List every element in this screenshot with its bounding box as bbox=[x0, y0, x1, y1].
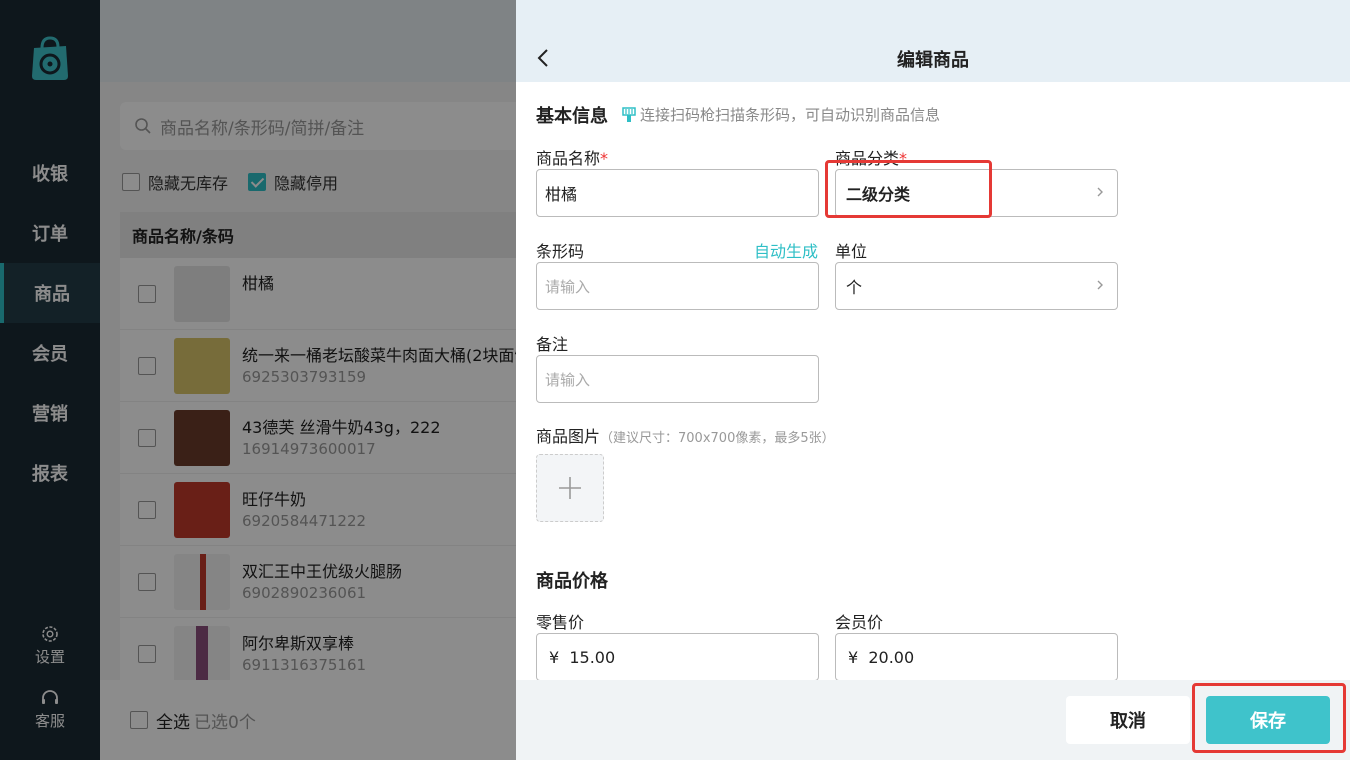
modal-overlay[interactable] bbox=[0, 0, 516, 760]
edit-product-drawer: 编辑商品 基本信息 连接扫码枪扫描条形码，可自动识别商品信息 商品名称* 柑橘 … bbox=[516, 0, 1350, 760]
basic-info-title: 基本信息 bbox=[536, 106, 608, 127]
image-label: 商品图片（建议尺寸：700x700像素，最多5张） bbox=[536, 427, 835, 446]
unit-label: 单位 bbox=[835, 242, 868, 261]
barcode-scanner-icon bbox=[622, 106, 636, 122]
retail-price-label: 零售价 bbox=[536, 613, 585, 632]
barcode-label: 条形码 bbox=[536, 242, 585, 261]
plus-icon bbox=[559, 477, 581, 499]
member-price-label: 会员价 bbox=[835, 613, 884, 632]
product-name-label: 商品名称* bbox=[536, 149, 609, 168]
member-price-value: ¥ 20.00 bbox=[848, 647, 915, 667]
drawer-title: 编辑商品 bbox=[897, 50, 969, 71]
retail-price-field[interactable]: ¥ 15.00 bbox=[536, 633, 819, 681]
barcode-field[interactable]: 请输入 bbox=[536, 262, 819, 310]
barcode-placeholder: 请输入 bbox=[545, 277, 591, 296]
chevron-right-icon bbox=[1097, 187, 1103, 197]
product-name-field[interactable]: 柑橘 bbox=[536, 169, 819, 217]
remark-field[interactable]: 请输入 bbox=[536, 355, 819, 403]
chevron-right-icon bbox=[1097, 280, 1103, 290]
unit-select[interactable]: 个 bbox=[835, 262, 1118, 310]
remark-label: 备注 bbox=[536, 335, 569, 354]
scan-hint-text: 连接扫码枪扫描条形码，可自动识别商品信息 bbox=[640, 106, 941, 124]
category-highlight-box bbox=[825, 160, 992, 218]
product-name-value: 柑橘 bbox=[545, 185, 578, 204]
add-image-button[interactable] bbox=[536, 454, 604, 522]
save-highlight-box bbox=[1192, 683, 1346, 753]
price-section-title: 商品价格 bbox=[536, 571, 608, 592]
drawer-header: 编辑商品 bbox=[516, 0, 1350, 82]
scan-hint: 连接扫码枪扫描条形码，可自动识别商品信息 bbox=[622, 104, 940, 125]
cancel-button[interactable]: 取消 bbox=[1066, 696, 1190, 744]
retail-price-value: ¥ 15.00 bbox=[549, 647, 616, 667]
member-price-field[interactable]: ¥ 20.00 bbox=[835, 633, 1118, 681]
image-size-note: （建议尺寸：700x700像素，最多5张） bbox=[600, 431, 835, 446]
remark-placeholder: 请输入 bbox=[545, 370, 591, 389]
auto-generate-link[interactable]: 自动生成 bbox=[754, 238, 818, 262]
unit-value: 个 bbox=[846, 278, 863, 297]
